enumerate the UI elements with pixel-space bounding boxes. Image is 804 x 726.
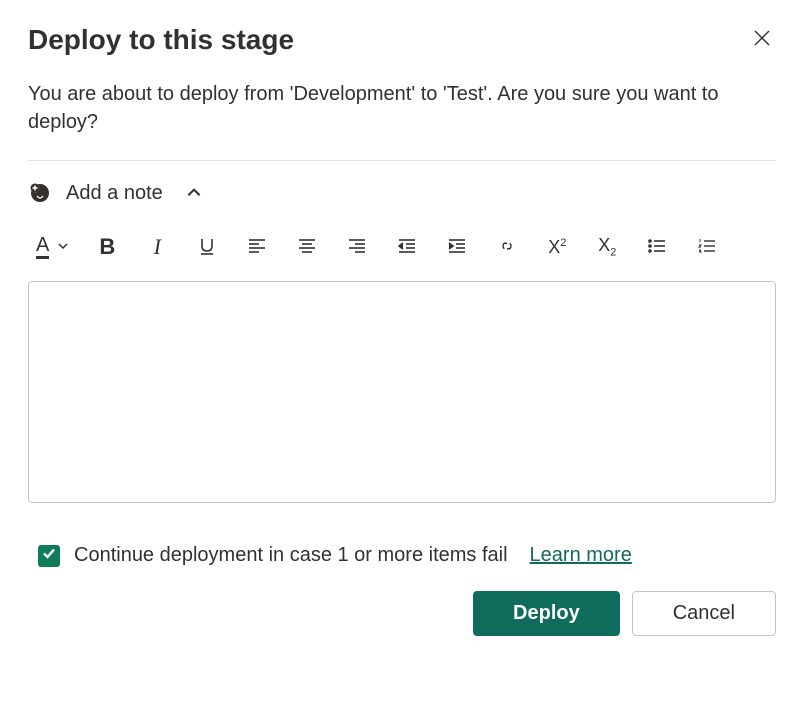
divider [28,160,776,161]
checkmark-icon [41,545,57,566]
continue-on-fail-checkbox[interactable] [38,545,60,567]
align-right-icon [347,236,367,259]
italic-icon: I [154,234,161,260]
bullet-list-button[interactable] [645,233,669,261]
cancel-button[interactable]: Cancel [632,591,776,636]
subscript-icon: X2 [598,235,616,259]
link-icon [496,235,518,260]
italic-button[interactable]: I [145,233,169,261]
increase-indent-icon [447,236,467,259]
dialog-title: Deploy to this stage [28,24,294,56]
underline-button[interactable] [195,233,219,261]
learn-more-link[interactable]: Learn more [530,544,632,567]
number-list-icon [697,236,717,259]
underline-icon [197,236,217,259]
deploy-button[interactable]: Deploy [473,591,620,636]
note-editor[interactable] [28,281,776,503]
subscript-button[interactable]: X2 [595,233,619,261]
align-center-button[interactable] [295,233,319,261]
dialog-header: Deploy to this stage [28,24,776,56]
align-left-icon [247,236,267,259]
decrease-indent-button[interactable] [395,233,419,261]
decrease-indent-icon [397,236,417,259]
increase-indent-button[interactable] [445,233,469,261]
number-list-button[interactable] [695,233,719,261]
dialog-description: You are about to deploy from 'Developmen… [28,80,776,136]
align-left-button[interactable] [245,233,269,261]
superscript-icon: X2 [548,237,566,258]
close-button[interactable] [748,24,776,55]
chevron-down-icon [57,240,69,255]
align-right-button[interactable] [345,233,369,261]
chevron-up-icon [185,184,203,202]
bold-icon: B [99,234,115,260]
align-center-icon [297,236,317,259]
font-color-icon: A [36,235,49,259]
editor-toolbar: A B I [28,233,776,281]
font-color-button[interactable]: A [36,233,69,261]
add-note-toggle[interactable]: Add a note [28,181,776,205]
link-button[interactable] [495,233,519,261]
bold-button[interactable]: B [95,233,119,261]
close-icon [752,28,772,51]
continue-on-fail-label: Continue deployment in case 1 or more it… [74,544,508,567]
note-icon [28,181,52,205]
add-note-label: Add a note [66,182,163,205]
superscript-button[interactable]: X2 [545,233,569,261]
continue-on-fail-row: Continue deployment in case 1 or more it… [28,544,776,567]
dialog-footer: Deploy Cancel [28,591,776,636]
bullet-list-icon [647,236,667,259]
